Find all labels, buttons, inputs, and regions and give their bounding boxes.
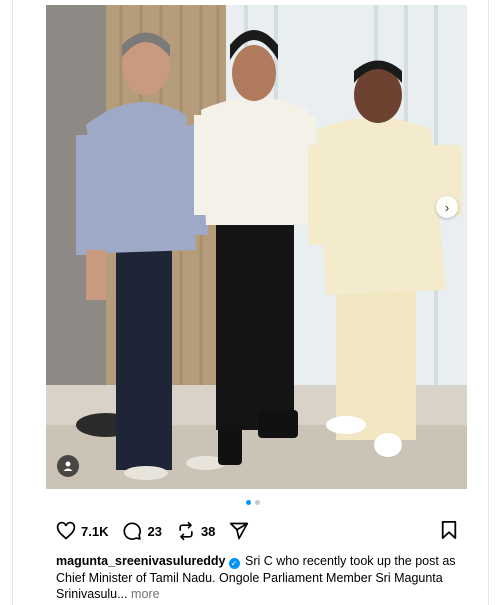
share-button[interactable] bbox=[229, 521, 249, 541]
carousel-dot-1 bbox=[246, 500, 251, 505]
caption-text-line1: Sri C who recently took up the post as bbox=[245, 554, 456, 568]
user-tag-icon bbox=[63, 461, 73, 471]
comment-icon bbox=[123, 522, 142, 540]
chevron-right-icon: › bbox=[444, 199, 450, 215]
repost-count[interactable]: 38 bbox=[201, 524, 215, 539]
bookmark-icon bbox=[441, 521, 457, 539]
post-actions-bar: 7.1K 23 38 bbox=[56, 520, 460, 542]
carousel-next-button[interactable]: › bbox=[436, 196, 458, 218]
send-icon bbox=[230, 522, 249, 540]
username-link[interactable]: magunta_sreenivasulureddy bbox=[56, 554, 226, 568]
comment-count[interactable]: 23 bbox=[147, 524, 161, 539]
caption-text-line2: Chief Minister of Tamil Nadu. Ongole Par… bbox=[56, 570, 443, 585]
more-link[interactable]: more bbox=[131, 587, 159, 601]
repost-button[interactable]: 38 bbox=[176, 521, 215, 541]
like-count[interactable]: 7.1K bbox=[81, 524, 108, 539]
carousel-indicator bbox=[246, 500, 260, 505]
tagged-users-button[interactable] bbox=[57, 455, 79, 477]
caption-text-line3: Srinivasulu... bbox=[56, 587, 128, 601]
like-button[interactable]: 7.1K bbox=[56, 521, 108, 541]
heart-icon bbox=[56, 521, 76, 540]
post-caption: magunta_sreenivasulureddy ✓ Sri C who rec… bbox=[56, 553, 486, 603]
verified-badge-icon: ✓ bbox=[228, 558, 240, 569]
photo-illustration bbox=[46, 5, 467, 489]
page-divider-right bbox=[488, 0, 489, 605]
comment-button[interactable]: 23 bbox=[122, 521, 162, 541]
carousel-dot-2 bbox=[255, 500, 260, 505]
repost-icon bbox=[179, 521, 193, 541]
post-photo[interactable] bbox=[46, 5, 467, 489]
page-divider-left bbox=[12, 0, 13, 605]
save-button[interactable] bbox=[440, 520, 458, 545]
instagram-post: › 7.1K 23 38 magunta_sreenivasulureddy ✓… bbox=[0, 0, 500, 605]
